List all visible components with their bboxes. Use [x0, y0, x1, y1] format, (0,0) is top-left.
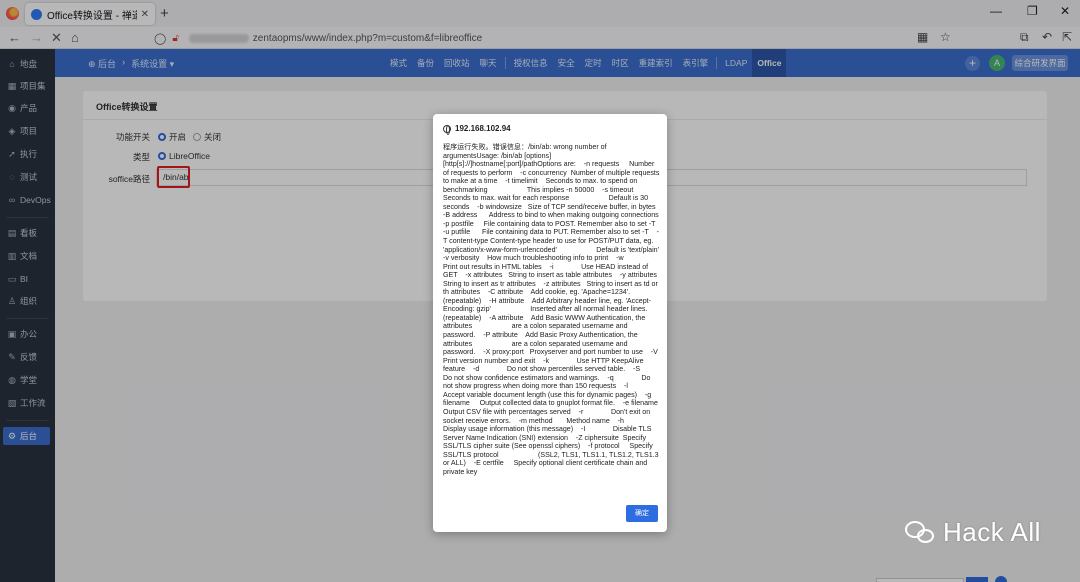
dialog-origin: 192.168.102.94 — [443, 124, 511, 135]
ok-button[interactable]: 确定 — [626, 505, 658, 522]
alert-dialog: 192.168.102.94 程序运行失败。错误信息：/bin/ab: wron… — [433, 114, 667, 532]
globe-icon — [443, 124, 451, 135]
watermark-text: Hack All — [943, 517, 1041, 547]
wechat-logo-icon — [905, 519, 937, 547]
dialog-message: 程序运行失败。错误信息：/bin/ab: wrong number of arg… — [443, 143, 660, 476]
watermark: Hack All — [905, 517, 1041, 548]
